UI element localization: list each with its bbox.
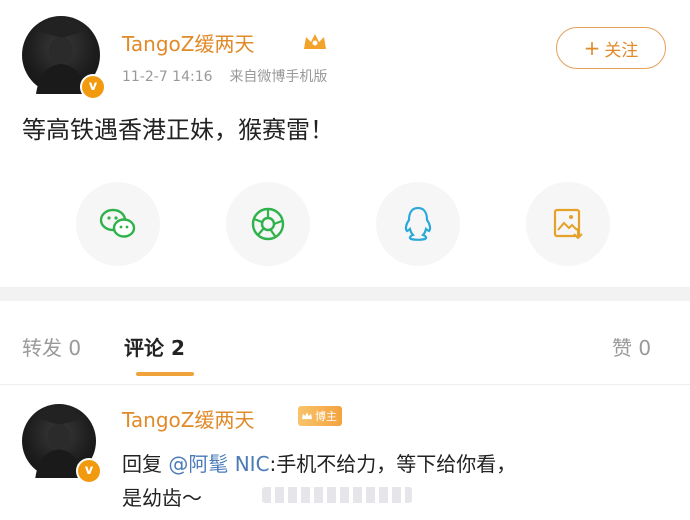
post-timestamp: 11-2-7 14:16 — [122, 69, 213, 85]
comment-line-1: 回复 @阿髦 NIC:手机不给力，等下给你看， — [122, 448, 516, 477]
plus-icon: + — [583, 36, 601, 60]
comment-avatar[interactable]: v — [22, 404, 102, 484]
crown-icon — [302, 412, 312, 420]
watermark-blur — [262, 487, 412, 503]
share-moments-button[interactable] — [226, 182, 310, 266]
crown-icon — [304, 34, 326, 49]
tab-repost[interactable]: 转发 0 — [22, 332, 81, 361]
follow-button[interactable]: + 关注 — [556, 27, 666, 69]
post-username[interactable]: TangoZ缓两天 — [122, 28, 254, 57]
owner-badge: 博主 — [298, 406, 342, 426]
tabs-divider — [0, 384, 690, 385]
mention-link[interactable]: @阿髦 NIC — [168, 452, 269, 476]
verified-badge-icon: v — [76, 458, 102, 484]
post-avatar[interactable]: v — [22, 16, 106, 100]
post-meta: 11-2-7 14:16 来自微博手机版 — [122, 66, 327, 86]
save-image-icon — [553, 208, 583, 240]
verified-badge-icon: v — [80, 74, 106, 100]
comment-body-1: :手机不给力，等下给你看， — [269, 452, 517, 476]
tab-likes[interactable]: 赞 0 — [612, 332, 651, 361]
follow-label: 关注 — [604, 40, 639, 61]
reply-prefix: 回复 — [122, 452, 162, 476]
tab-comments[interactable]: 评论 2 — [124, 332, 185, 361]
comment-username[interactable]: TangoZ缓两天 — [122, 404, 254, 433]
wechat-icon — [99, 208, 136, 238]
comment-line-2: 是幼齿～ — [122, 486, 202, 510]
post-text: 等高铁遇香港正妹，猴赛雷！ — [22, 116, 334, 144]
moments-icon — [251, 207, 285, 241]
post-source[interactable]: 来自微博手机版 — [229, 69, 327, 85]
section-divider — [0, 287, 690, 301]
tab-active-indicator — [136, 372, 194, 376]
share-wechat-button[interactable] — [76, 182, 160, 266]
qq-icon — [404, 206, 432, 241]
owner-badge-label: 博主 — [315, 410, 337, 423]
share-qq-button[interactable] — [376, 182, 460, 266]
share-save-image-button[interactable] — [526, 182, 610, 266]
